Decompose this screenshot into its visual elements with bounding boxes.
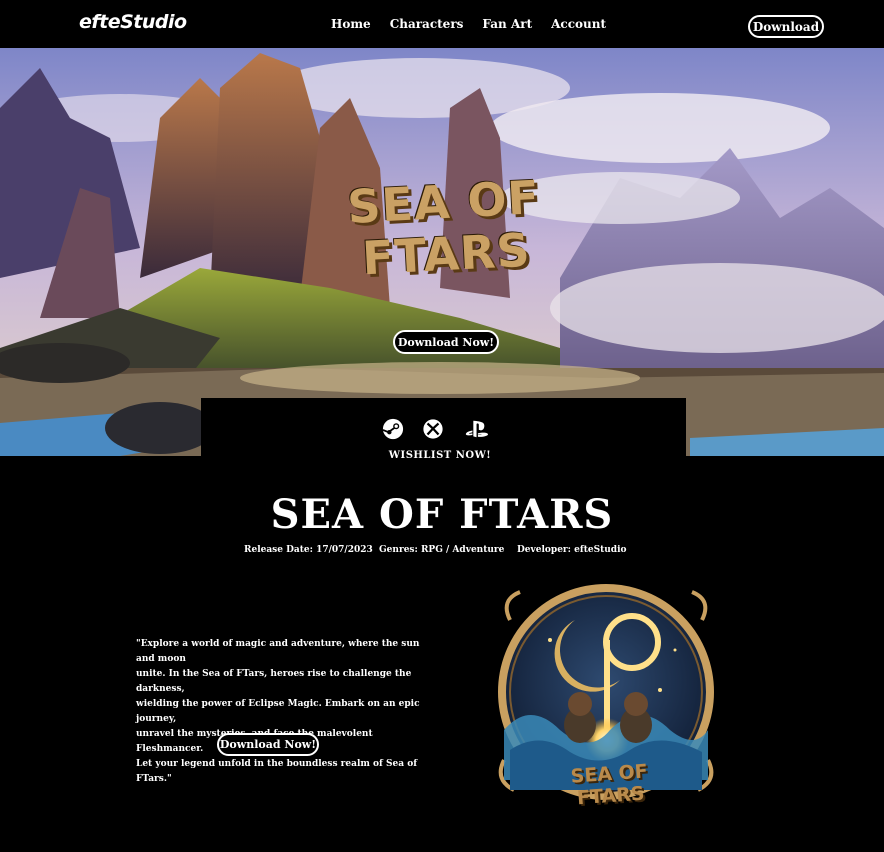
wishlist-label: WISHLIST NOW! xyxy=(388,450,492,461)
platform-icons xyxy=(382,418,492,440)
hero-download-button[interactable]: Download Now! xyxy=(393,330,499,354)
hero-logo-line2: FTARS xyxy=(360,222,532,286)
wishlist-panel: WISHLIST NOW! xyxy=(201,398,686,468)
nav-download-button[interactable]: Download xyxy=(748,15,824,38)
nav-links: Home Characters Fan Art Account xyxy=(331,17,606,31)
top-nav: efteStudio Home Characters Fan Art Accou… xyxy=(0,0,884,48)
nav-link-fan-art[interactable]: Fan Art xyxy=(482,17,532,31)
hero-game-logo: SEA OF FTARS xyxy=(327,170,562,286)
nav-link-characters[interactable]: Characters xyxy=(390,17,464,31)
game-description: "Explore a world of magic and adventure,… xyxy=(136,637,436,787)
description-line: "Explore a world of magic and adventure,… xyxy=(136,639,420,664)
hero-banner: SEA OF FTARS Download Now! xyxy=(0,48,884,456)
genres: Genres: RPG / Adventure xyxy=(379,545,505,555)
developer: Developer: efteStudio xyxy=(517,545,627,555)
game-title: SEA OF FTARS xyxy=(270,491,614,538)
release-date: Release Date: 17/07/2023 xyxy=(244,545,373,555)
nav-link-account[interactable]: Account xyxy=(551,17,606,31)
description-line: Let your legend unfold in the boundless … xyxy=(136,759,418,784)
description-line: wielding the power of Eclipse Magic. Emb… xyxy=(136,699,420,724)
xbox-icon[interactable] xyxy=(422,418,444,440)
description-download-button[interactable]: Download Now! xyxy=(217,733,319,756)
nav-link-home[interactable]: Home xyxy=(331,17,371,31)
studio-logo[interactable]: efteStudio xyxy=(79,11,187,33)
description-line: unite. In the Sea of FTars, heroes rise … xyxy=(136,669,412,694)
steam-icon[interactable] xyxy=(382,418,404,440)
emblem-game-logo: SEA OF FTARS xyxy=(559,760,662,811)
playstation-icon[interactable] xyxy=(462,418,492,440)
